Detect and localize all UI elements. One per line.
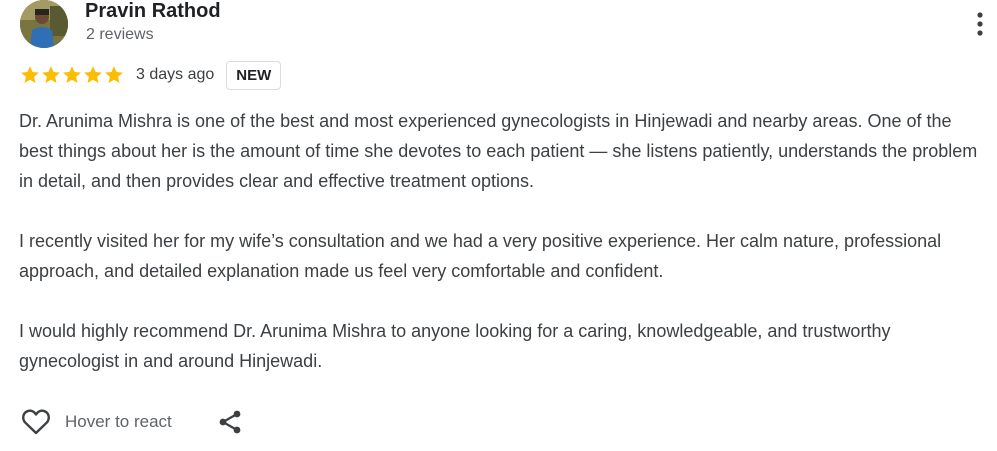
review-actions: Hover to react — [20, 405, 244, 439]
share-icon[interactable] — [216, 408, 244, 436]
review-paragraph: I recently visited her for my wife’s con… — [19, 231, 942, 281]
more-vertical-icon — [977, 12, 983, 36]
rating-row: 3 days ago NEW — [20, 60, 282, 90]
star-rating — [20, 65, 124, 85]
review-text: Dr. Arunima Mishra is one of the best an… — [19, 106, 984, 406]
star-icon — [84, 66, 102, 83]
star-icon — [63, 66, 81, 83]
star-icon — [105, 66, 123, 83]
avatar[interactable] — [20, 0, 68, 48]
star-icon — [42, 66, 60, 83]
react-label[interactable]: Hover to react — [65, 412, 172, 432]
review-count[interactable]: 2 reviews — [86, 26, 154, 44]
more-options-button[interactable] — [970, 10, 990, 38]
author-name[interactable]: Pravin Rathod — [85, 0, 221, 23]
avatar-photo — [20, 0, 68, 48]
review-paragraph: I would highly recommend Dr. Arunima Mis… — [19, 321, 891, 371]
heart-outline-icon[interactable] — [20, 406, 52, 438]
review-paragraph: Dr. Arunima Mishra is one of the best an… — [19, 111, 978, 191]
new-badge: NEW — [226, 60, 282, 90]
star-icon — [21, 66, 39, 83]
review-date: 3 days ago — [136, 66, 215, 83]
